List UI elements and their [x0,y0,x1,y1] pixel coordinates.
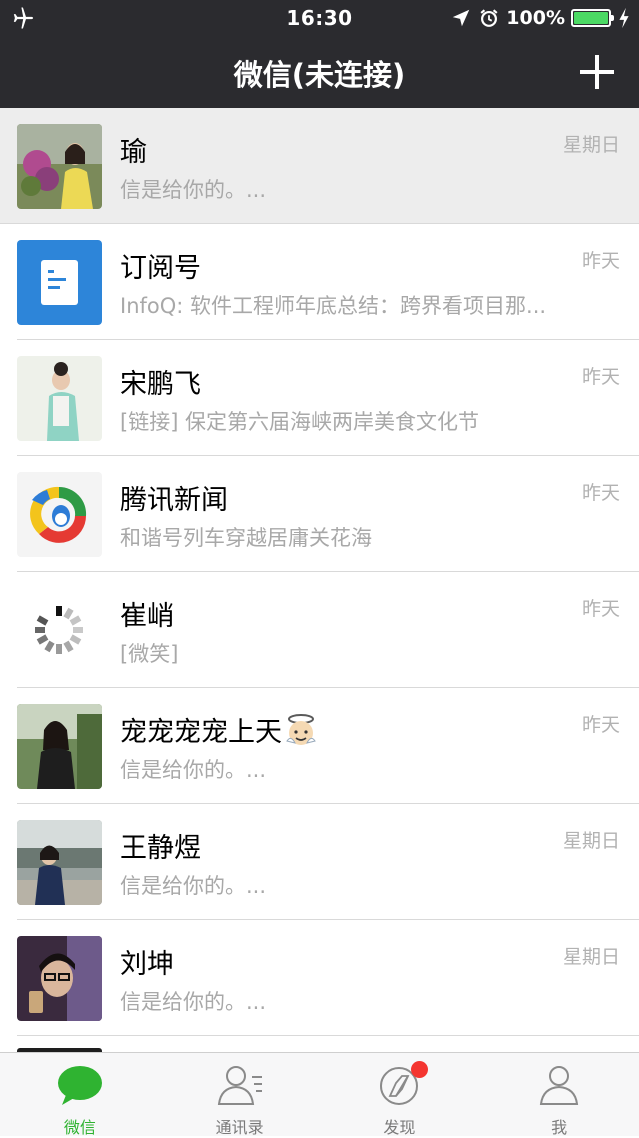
charging-bolt-icon [619,7,629,29]
avatar [17,124,102,209]
chat-time: 星期日 [562,134,620,156]
divider [17,1035,639,1036]
chat-preview: 信是给你的。... [120,758,267,782]
chat-time: 昨天 [581,598,620,620]
chat-list: 瑜 星期日 信是给你的。... 订阅号 昨天 InfoQ: 软件工程师年底总结：… [0,108,639,1052]
loading-spinner-icon [17,588,102,673]
chat-name: 刘坤 [120,949,174,980]
chat-name: 订阅号 [120,253,201,284]
alarm-clock-icon [480,9,498,27]
tab-contacts[interactable]: 通讯录 [160,1053,320,1137]
location-arrow-icon [453,9,470,27]
battery-percent: 100% [506,7,565,29]
chat-preview: [链接] 保定第六届海峡两岸美食文化节 [120,410,480,434]
chat-item[interactable]: 宠宠宠宠上天 昨天 信是给你的。... [0,688,639,804]
chat-item[interactable]: 宋鹏飞 昨天 [链接] 保定第六届海峡两岸美食文化节 [0,340,639,456]
angel-emoji-icon [286,714,316,745]
chat-preview: 信是给你的。... [120,874,267,898]
avatar [17,704,102,789]
chat-time: 昨天 [581,714,620,736]
chat-name: 宋鹏飞 [120,369,201,400]
plus-icon[interactable] [577,52,617,92]
tencent-news-logo [17,472,102,557]
page-title: 微信(未连接) [233,58,406,92]
chat-time: 昨天 [581,366,620,388]
chat-item[interactable]: 王静煜 星期日 信是给你的。... [0,804,639,920]
chat-item[interactable]: 订阅号 昨天 InfoQ: 软件工程师年底总结：跨界看项目那... [0,224,639,340]
battery-icon [571,9,614,27]
chat-name: 王静煜 [120,833,201,864]
tab-label: 我 [551,1118,568,1137]
chat-name: 腾讯新闻 [120,485,228,516]
chat-time: 昨天 [581,250,620,272]
chat-item[interactable]: 刘坤 星期日 信是给你的。... [0,920,639,1036]
chat-preview: 信是给你的。... [120,990,267,1014]
subscription-account-icon [17,240,102,325]
chat-preview: InfoQ: 软件工程师年底总结：跨界看项目那... [120,294,547,318]
avatar [17,936,102,1021]
chat-name: 宠宠宠宠上天 [120,710,319,749]
tab-discover[interactable]: 发现 [320,1053,480,1137]
chat-preview: 信是给你的。... [120,178,267,202]
person-icon [539,1066,579,1105]
badge-dot [411,1061,429,1078]
avatar [17,820,102,905]
tab-me[interactable]: 我 [479,1053,639,1137]
navigation-bar: 微信(未连接) [0,36,639,108]
chat-name: 崔峭 [120,601,174,632]
top-bar: 16:30 100% 微信(未连接) [0,0,639,108]
chat-preview: [微笑] [120,642,179,666]
chat-time: 星期日 [562,830,620,852]
chat-item[interactable]: 崔峭 昨天 [微笑] [0,572,639,688]
status-bar: 16:30 100% [0,0,639,36]
avatar [17,356,102,441]
status-right-group: 100% [450,4,631,32]
chat-name: 瑜 [120,137,147,168]
tab-label: 微信 [63,1118,96,1137]
chat-time: 星期日 [562,946,620,968]
chat-time: 昨天 [581,482,620,504]
chat-item[interactable]: 瑜 星期日 信是给你的。... [0,108,639,224]
tab-label: 通讯录 [215,1118,264,1137]
tab-wechat[interactable]: 微信 [0,1053,160,1137]
battery-level-fill [574,12,608,24]
tab-label: 发现 [383,1118,416,1137]
chat-bubble-icon [57,1066,102,1105]
chat-item[interactable]: 腾讯新闻 昨天 和谐号列车穿越居庸关花海 [0,456,639,572]
contacts-icon [217,1066,262,1105]
chat-preview: 和谐号列车穿越居庸关花海 [120,526,372,550]
chat-name-text: 宠宠宠宠上天 [120,717,282,748]
tab-bar: 微信 通讯录 发现 我 [0,1052,639,1137]
